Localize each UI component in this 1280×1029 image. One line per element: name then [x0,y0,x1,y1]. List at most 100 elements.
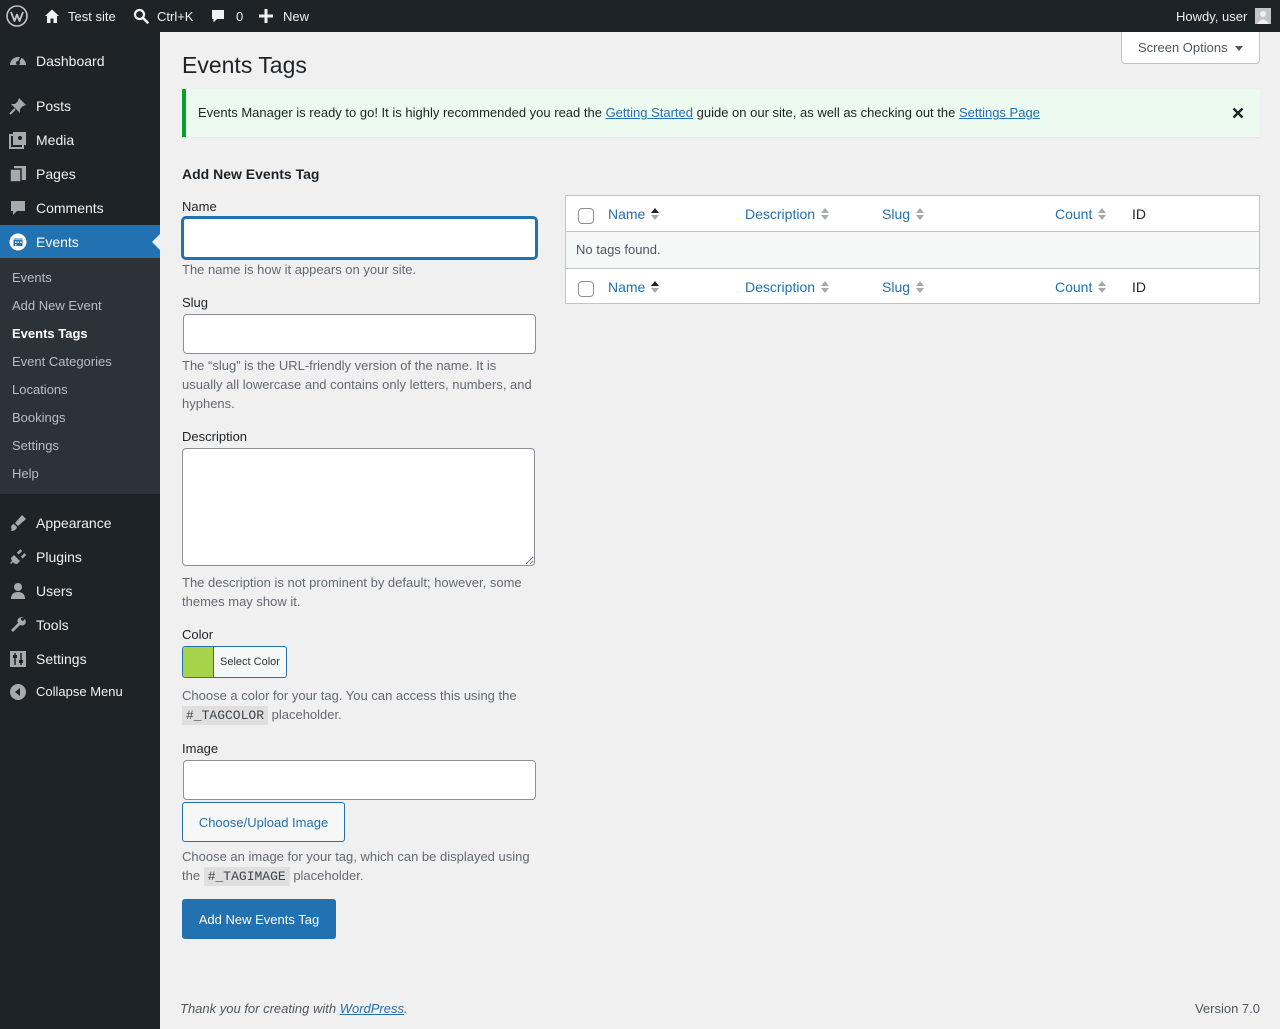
submenu-event-categories[interactable]: Event Categories [12,348,112,376]
column-slug-sort[interactable]: Slug [882,196,925,232]
slug-label: Slug [182,295,209,310]
getting-started-link[interactable]: Getting Started [606,105,693,120]
search-icon [133,8,149,24]
menu-posts[interactable]: Posts [0,89,160,123]
user-icon [8,581,28,601]
menu-users[interactable]: Users [0,574,160,608]
name-help: The name is how it appears on your site. [182,262,417,277]
site-name: Test site [68,8,116,24]
sort-icon [916,281,925,293]
choose-upload-image-button[interactable]: Choose/Upload Image [182,802,345,842]
new-content-link[interactable]: New [259,0,309,32]
plus-icon [259,9,273,23]
submenu-help[interactable]: Help [12,460,39,488]
column-label: Description [745,206,816,222]
comments-count: 0 [236,8,244,24]
submenu-add-new-event[interactable]: Add New Event [12,292,102,320]
name-input[interactable] [182,217,537,259]
submenu-events[interactable]: Events [12,264,52,292]
site-name-link[interactable]: Test site [44,0,116,32]
color-label: Color [182,627,214,642]
footer-text: . [404,1001,408,1016]
submenu-settings[interactable]: Settings [12,432,59,460]
plug-icon [8,547,28,567]
wrench-icon [8,615,28,635]
menu-events[interactable]: Events [0,225,160,259]
menu-dashboard[interactable]: Dashboard [0,44,160,78]
column-count-sort[interactable]: Count [1055,196,1107,232]
menu-label: Media [36,132,75,148]
current-menu-arrow [152,234,160,250]
new-label: New [283,8,310,24]
sort-icon [916,208,925,220]
my-account-link[interactable]: Howdy, user [1176,0,1272,32]
column-name-sort-footer[interactable]: Name [608,269,660,305]
menu-label: Pages [36,166,76,182]
search-shortcut-label: Ctrl+K [157,8,194,24]
menu-media[interactable]: Media [0,123,160,157]
menu-pages[interactable]: Pages [0,157,160,191]
select-color-button[interactable]: Select Color [182,646,287,678]
comments-link[interactable]: 0 [210,0,243,32]
color-help-text: Choose a color for your tag. You can acc… [182,688,517,703]
admin-bar: Test site Ctrl+K 0 New Howdy, user [0,0,1280,32]
collapse-icon [8,682,28,702]
add-tag-heading: Add New Events Tag [182,166,320,182]
footer-thanks: Thank you for creating with WordPress. [180,1001,408,1016]
menu-settings[interactable]: Settings [0,642,160,676]
column-count-sort-footer[interactable]: Count [1055,269,1107,305]
table-row: No tags found. [566,232,1259,268]
close-icon[interactable] [1230,105,1246,121]
menu-label: Appearance [36,515,112,531]
media-icon [8,130,28,150]
calendar-icon [8,232,28,252]
menu-comments[interactable]: Comments [0,191,160,225]
column-label: Slug [882,206,911,222]
column-description-sort-footer[interactable]: Description [745,269,830,305]
select-color-label: Select Color [220,656,280,668]
image-help-text: placeholder. [289,868,364,883]
menu-label: Comments [36,200,104,216]
menu-tools[interactable]: Tools [0,608,160,642]
image-help: Choose an image for your tag, which can … [182,847,538,886]
footer-version: Version 7.0 [1194,1001,1260,1016]
column-name-sort[interactable]: Name [608,196,660,232]
screen-options-button[interactable]: Screen Options [1121,32,1260,64]
footer-text: Thank you for creating with [180,1001,340,1016]
main-content: Screen Options Events Tags Events Manage… [160,32,1280,1029]
column-id-footer: ID [1132,279,1146,295]
search-shortcut[interactable]: Ctrl+K [133,0,193,32]
column-description-sort[interactable]: Description [745,196,830,232]
menu-label: Tools [36,617,69,633]
collapse-menu-button[interactable]: Collapse Menu [0,675,160,709]
column-label: Slug [882,279,911,295]
submenu-bookings[interactable]: Bookings [12,404,65,432]
column-slug-sort-footer[interactable]: Slug [882,269,925,305]
dashboard-icon [8,51,28,71]
sort-icon [1098,281,1107,293]
image-label: Image [182,741,219,756]
add-new-events-tag-button[interactable]: Add New Events Tag [182,899,336,939]
slug-input[interactable] [183,314,536,354]
settings-page-link[interactable]: Settings Page [959,105,1040,120]
submenu-events-tags[interactable]: Events Tags [12,320,88,348]
submenu-locations[interactable]: Locations [12,376,68,404]
wordpress-link[interactable]: WordPress [340,1001,404,1016]
name-label: Name [182,199,217,214]
home-icon [44,8,60,24]
wordpress-logo-icon[interactable] [6,0,28,32]
screen-options-label: Screen Options [1138,40,1228,55]
table-footer-row: Name Description Slug Count ID [566,268,1259,304]
image-url-input[interactable] [183,760,536,800]
notice-text-part: guide on our site, as well as checking o… [693,105,959,120]
menu-label: Dashboard [36,53,105,69]
success-notice: Events Manager is ready to go! It is hig… [182,89,1260,137]
menu-appearance[interactable]: Appearance [0,506,160,540]
description-help: The description is not prominent by defa… [182,575,522,609]
select-all-checkbox[interactable] [578,208,594,224]
description-textarea[interactable] [182,448,535,566]
comment-icon [210,8,226,24]
select-all-checkbox-footer[interactable] [578,281,594,297]
sort-icon [651,281,660,293]
menu-plugins[interactable]: Plugins [0,540,160,574]
